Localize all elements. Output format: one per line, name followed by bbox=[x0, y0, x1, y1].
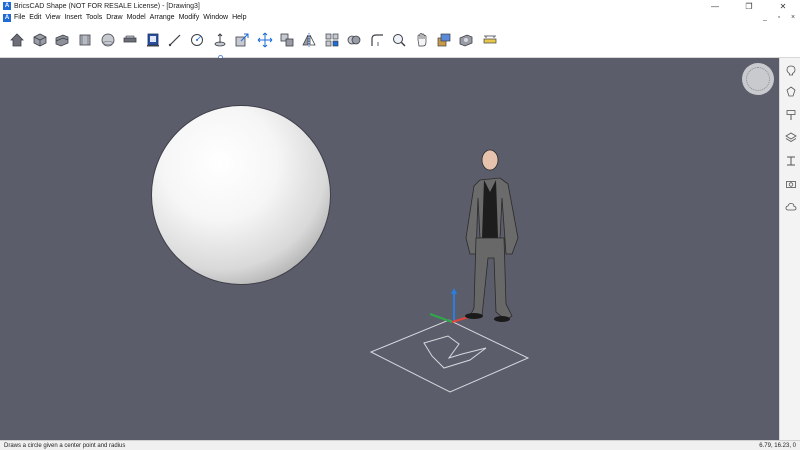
menu-view[interactable]: View bbox=[45, 14, 60, 21]
materials-icon[interactable] bbox=[435, 31, 453, 49]
cylinder-icon[interactable] bbox=[76, 31, 94, 49]
camera-icon[interactable] bbox=[783, 176, 798, 191]
window-icon[interactable] bbox=[144, 31, 162, 49]
lightbulb-icon[interactable] bbox=[783, 63, 798, 78]
right-panel-bar bbox=[779, 58, 800, 440]
array-icon[interactable] bbox=[323, 31, 341, 49]
close-button[interactable]: ✕ bbox=[766, 0, 800, 12]
sphere-icon[interactable] bbox=[99, 31, 117, 49]
circle-icon[interactable] bbox=[188, 31, 206, 49]
copy-icon[interactable] bbox=[278, 31, 296, 49]
home-icon[interactable] bbox=[8, 31, 26, 49]
cursor-coordinates: 6.79, 16.23, 0 bbox=[759, 442, 796, 449]
menu-insert[interactable]: Insert bbox=[64, 14, 82, 21]
slab-icon[interactable] bbox=[121, 31, 139, 49]
document-controls: _ ▫ × bbox=[758, 14, 800, 21]
beam-icon[interactable] bbox=[783, 153, 798, 168]
paint-icon[interactable] bbox=[783, 107, 798, 122]
mirror-icon[interactable] bbox=[300, 31, 318, 49]
layers-icon[interactable] bbox=[783, 130, 798, 145]
title-bar: A BricsCAD Shape (NOT FOR RESALE License… bbox=[0, 0, 800, 12]
line-icon[interactable] bbox=[166, 31, 184, 49]
fillet-icon[interactable] bbox=[368, 31, 386, 49]
status-hint: Draws a circle given a center point and … bbox=[4, 442, 126, 449]
status-bar: Draws a circle given a center point and … bbox=[0, 440, 800, 450]
scene-overlay bbox=[369, 149, 530, 393]
move-icon[interactable] bbox=[256, 31, 274, 49]
union-icon[interactable] bbox=[345, 31, 363, 49]
menu-window[interactable]: Window bbox=[203, 14, 228, 21]
menu-arrange[interactable]: Arrange bbox=[150, 14, 175, 21]
menu-modify[interactable]: Modify bbox=[179, 14, 200, 21]
push-pull-icon[interactable] bbox=[233, 31, 251, 49]
zoom-icon[interactable] bbox=[390, 31, 408, 49]
main-toolbar bbox=[0, 23, 800, 60]
menu-edit[interactable]: Edit bbox=[29, 14, 41, 21]
pan-icon[interactable] bbox=[413, 31, 431, 49]
menu-help[interactable]: Help bbox=[232, 14, 246, 21]
window-title: BricsCAD Shape (NOT FOR RESALE License) … bbox=[14, 2, 200, 10]
doc-close-button[interactable]: × bbox=[786, 14, 800, 21]
menu-model[interactable]: Model bbox=[127, 14, 146, 21]
extrude-icon[interactable] bbox=[211, 31, 229, 49]
menu-draw[interactable]: Draw bbox=[106, 14, 122, 21]
doc-minimize-button[interactable]: _ bbox=[758, 14, 772, 21]
level-icon[interactable] bbox=[481, 31, 499, 49]
menu-bar: A File Edit View Insert Tools Draw Model… bbox=[0, 12, 800, 23]
box-icon[interactable] bbox=[31, 31, 49, 49]
materials-panel-icon[interactable] bbox=[783, 84, 798, 99]
stack-icon[interactable] bbox=[53, 31, 71, 49]
window-controls: — ❐ ✕ bbox=[698, 0, 800, 12]
model-viewport[interactable] bbox=[0, 58, 779, 440]
person-figure[interactable] bbox=[465, 149, 519, 322]
app-logo-icon: A bbox=[3, 2, 11, 10]
cloud-icon[interactable] bbox=[783, 199, 798, 214]
ground-logo-marker bbox=[369, 319, 530, 393]
document-logo-icon[interactable]: A bbox=[3, 13, 11, 22]
minimize-button[interactable]: — bbox=[698, 0, 732, 12]
render-icon[interactable] bbox=[457, 31, 475, 49]
maximize-button[interactable]: ❐ bbox=[732, 0, 766, 12]
menu-tools[interactable]: Tools bbox=[86, 14, 102, 21]
view-navigation-dial[interactable] bbox=[742, 63, 774, 95]
menu-file[interactable]: File bbox=[14, 14, 25, 21]
doc-restore-button[interactable]: ▫ bbox=[772, 14, 786, 21]
